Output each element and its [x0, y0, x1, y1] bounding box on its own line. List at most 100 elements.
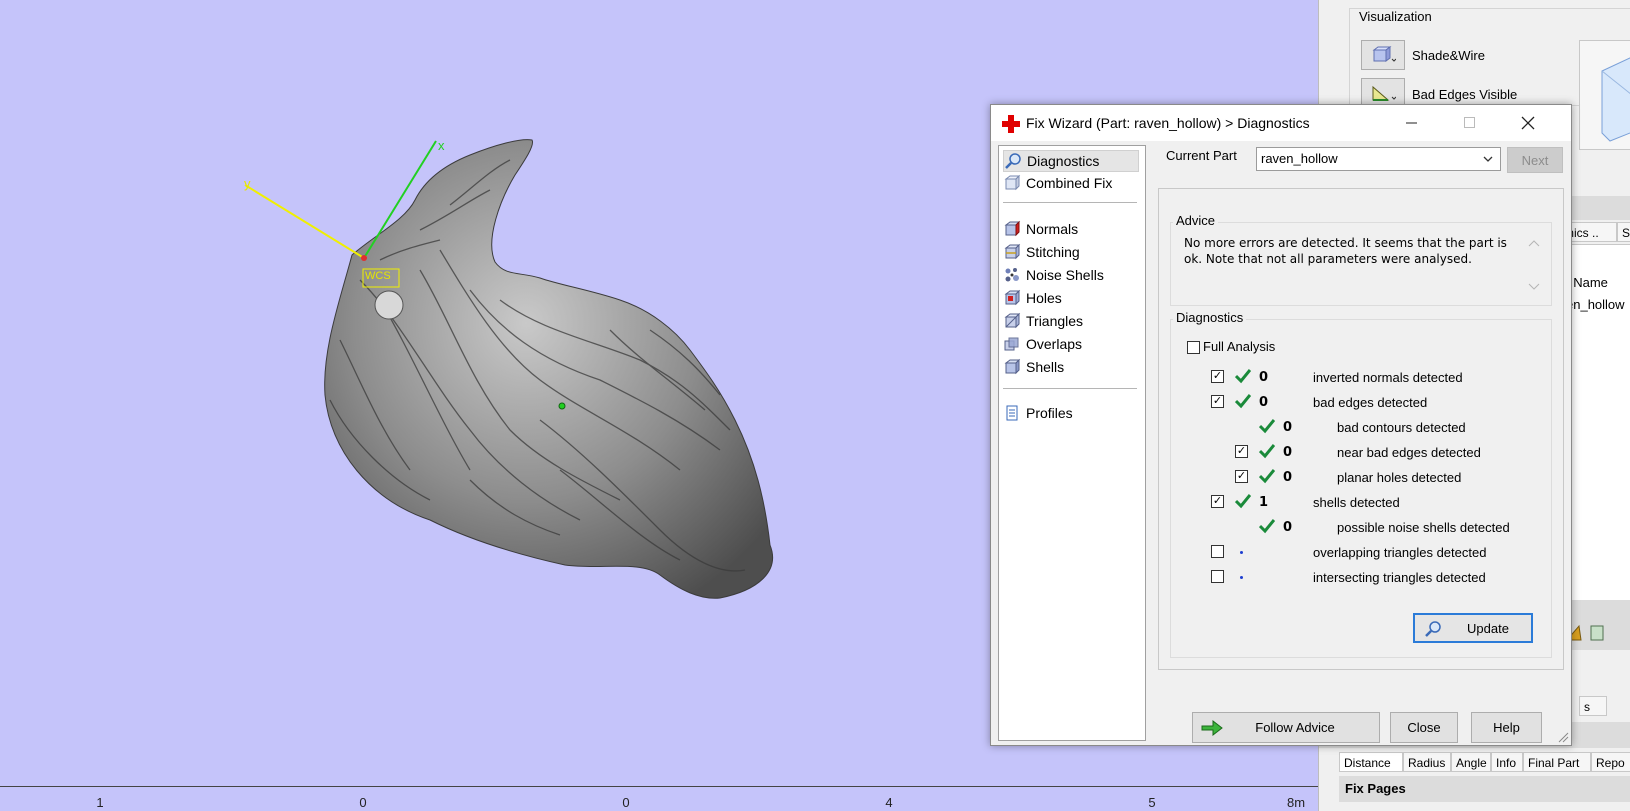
nav-item-diagnostics[interactable]: Diagnostics: [1003, 150, 1139, 172]
row-checkbox[interactable]: ✓: [1211, 370, 1224, 383]
row-label: near bad edges detected: [1337, 445, 1481, 460]
row-label: planar holes detected: [1337, 470, 1462, 485]
advice-text-content: No more errors are detected. It seems th…: [1184, 236, 1507, 266]
green-check-icon: [1235, 494, 1251, 509]
shells-icon: [1004, 358, 1021, 375]
overlaps-icon: [1004, 337, 1019, 351]
full-analysis-label: Full Analysis: [1203, 339, 1276, 354]
resize-grip-icon[interactable]: [1557, 731, 1569, 743]
green-check-icon: [1259, 419, 1275, 434]
nav-item-overlaps[interactable]: Overlaps: [1003, 334, 1082, 354]
row-checkbox[interactable]: ✓: [1211, 395, 1224, 408]
update-button[interactable]: Update: [1413, 613, 1533, 643]
current-part-select[interactable]: raven_hollow: [1256, 147, 1501, 171]
normals-icon: [1004, 220, 1021, 237]
help-button[interactable]: Help: [1471, 712, 1542, 743]
status-dot: [1240, 551, 1243, 554]
row-label: bad edges detected: [1313, 395, 1428, 410]
list-item-part[interactable]: en_hollow: [1566, 297, 1625, 312]
tab-distance[interactable]: Distance: [1339, 752, 1403, 772]
tab-final-part[interactable]: Final Part: [1523, 752, 1591, 772]
chevron-down-icon: [1483, 156, 1493, 162]
nav-separator: [1003, 388, 1137, 389]
tab-radius[interactable]: Radius: [1403, 752, 1451, 772]
green-check-icon: [1259, 469, 1275, 484]
tab-angle[interactable]: Angle: [1451, 752, 1491, 772]
green-arrow-icon: [1201, 719, 1223, 737]
row-checkbox[interactable]: [1211, 545, 1224, 558]
nav-label: Holes: [1026, 290, 1062, 306]
fix-pages-header: Fix Pages: [1339, 776, 1630, 802]
list-header-name: t Name: [1566, 275, 1608, 290]
full-analysis-checkbox[interactable]: [1187, 341, 1200, 354]
row-count: 0: [1283, 470, 1293, 485]
document-icon: [1006, 405, 1018, 421]
nav-item-noise-shells[interactable]: Noise Shells: [1003, 265, 1104, 285]
nav-label: Shells: [1026, 359, 1065, 375]
holes-icon: [1004, 289, 1021, 306]
nav-item-triangles[interactable]: Triangles: [1003, 311, 1083, 331]
nav-item-shells[interactable]: Shells: [1003, 357, 1064, 377]
ruler-label: 5: [1148, 795, 1156, 810]
row-checkbox[interactable]: ✓: [1211, 495, 1224, 508]
nav-label: Noise Shells: [1026, 267, 1104, 283]
row-checkbox[interactable]: ✓: [1235, 470, 1248, 483]
green-check-icon: [1259, 444, 1275, 459]
nav-label: Normals: [1026, 221, 1079, 237]
axis-x-label: x: [438, 138, 445, 153]
row-label: inverted normals detected: [1313, 370, 1463, 385]
tab-st-label: St: [1622, 226, 1630, 240]
row-label: possible noise shells detected: [1337, 520, 1510, 535]
cube-preview-icon: [1601, 57, 1630, 142]
row-label: intersecting triangles detected: [1313, 570, 1486, 585]
nav-item-holes[interactable]: Holes: [1003, 288, 1062, 308]
row-checkbox[interactable]: ✓: [1235, 445, 1248, 458]
nav-item-normals[interactable]: Normals: [1003, 219, 1078, 239]
ruler-label: 8m: [1286, 795, 1306, 810]
advice-text: No more errors are detected. It seems th…: [1184, 235, 1514, 267]
row-count: 0: [1283, 445, 1293, 460]
row-checkbox[interactable]: [1211, 570, 1224, 583]
shade-wire-button[interactable]: [1361, 40, 1405, 70]
tab-s[interactable]: s: [1579, 696, 1607, 716]
cube-icon: [1372, 46, 1396, 62]
shade-wire-label: Shade&Wire: [1412, 48, 1485, 63]
nav-label: Triangles: [1026, 313, 1084, 329]
help-label: Help: [1493, 720, 1520, 735]
row-count: 0: [1283, 420, 1293, 435]
tab-info[interactable]: Info: [1491, 752, 1523, 772]
magnifier-icon: [1425, 621, 1441, 637]
nav-item-combined-fix[interactable]: Combined Fix: [1003, 173, 1112, 193]
current-part-value: raven_hollow: [1261, 151, 1338, 166]
advice-scrollbar[interactable]: [1526, 235, 1542, 295]
close-button[interactable]: Close: [1390, 712, 1458, 743]
tab-final-part-label: Final Part: [1528, 756, 1580, 770]
noise-shells-icon: [1005, 268, 1019, 282]
tab-radius-label: Radius: [1408, 756, 1446, 770]
tab-report[interactable]: Repo: [1591, 752, 1630, 772]
visualization-title: Visualization: [1355, 9, 1436, 24]
nav-item-stitching[interactable]: Stitching: [1003, 242, 1080, 262]
maximize-icon: [1464, 117, 1475, 128]
ruler-label: 4: [885, 795, 893, 810]
next-button[interactable]: Next: [1507, 147, 1563, 173]
ruler-label: 0: [622, 795, 630, 810]
row-count: 0: [1259, 370, 1269, 385]
triangles-icon: [1004, 312, 1021, 329]
next-label: Next: [1521, 152, 1549, 168]
row-label: bad contours detected: [1337, 420, 1466, 435]
nav-label: Diagnostics: [1027, 153, 1100, 169]
dialog-titlebar[interactable]: Fix Wizard (Part: raven_hollow) > Diagno…: [991, 105, 1571, 141]
close-window-button[interactable]: [1505, 105, 1551, 141]
ruler-label: 0: [359, 795, 367, 810]
nav-item-profiles[interactable]: Profiles: [1003, 403, 1073, 423]
diagnostics-title: Diagnostics: [1173, 310, 1247, 325]
minimize-icon: [1406, 122, 1417, 124]
nav-label: Combined Fix: [1026, 175, 1113, 191]
tab-st[interactable]: St: [1617, 222, 1630, 242]
maximize-button[interactable]: [1447, 105, 1493, 141]
update-label: Update: [1467, 620, 1509, 636]
minimize-button[interactable]: [1389, 105, 1435, 141]
follow-advice-button[interactable]: Follow Advice: [1192, 712, 1380, 743]
row-label: shells detected: [1313, 495, 1400, 510]
